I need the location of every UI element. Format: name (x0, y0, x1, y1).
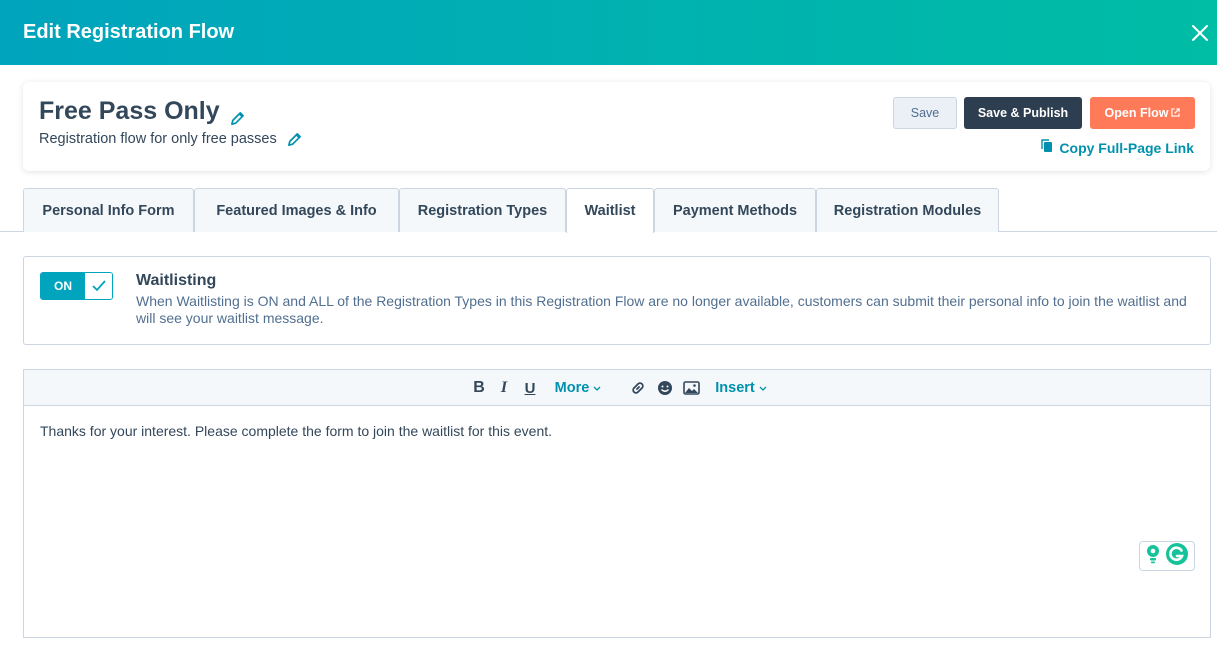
emoji-icon[interactable] (653, 370, 677, 406)
checkmark-icon (85, 273, 112, 299)
more-label: More (554, 380, 590, 396)
waitlisting-section: ON Waitlisting When Waitlisting is ON an… (23, 256, 1211, 345)
tab-payment-methods[interactable]: Payment Methods (654, 188, 816, 232)
tab-featured-images-info[interactable]: Featured Images & Info (194, 188, 399, 232)
waitlisting-title: Waitlisting (136, 272, 217, 289)
copy-link-label: Copy Full-Page Link (1059, 139, 1194, 156)
close-icon[interactable] (1187, 20, 1213, 46)
save-publish-button[interactable]: Save & Publish (964, 97, 1082, 129)
grammarly-widget[interactable] (1139, 541, 1195, 571)
bold-icon[interactable]: B (468, 370, 490, 406)
tab-registration-modules[interactable]: Registration Modules (816, 188, 999, 232)
external-link-icon (1171, 106, 1181, 120)
edit-name-pencil-icon[interactable] (230, 104, 245, 125)
insert-dropdown[interactable]: Insert (712, 370, 770, 406)
modal-header: Edit Registration Flow (0, 0, 1217, 65)
waitlisting-toggle[interactable]: ON (40, 272, 113, 300)
tab-bar: Personal Info Form Featured Images & Inf… (0, 188, 1217, 233)
link-icon[interactable] (626, 370, 650, 406)
flow-name: Free Pass Only (39, 97, 220, 125)
more-dropdown[interactable]: More (552, 370, 604, 406)
toggle-on-label: ON (41, 273, 85, 299)
image-icon[interactable] (679, 370, 703, 406)
flow-info-card: Free Pass Only Registration flow for onl… (23, 82, 1210, 171)
modal-title: Edit Registration Flow (23, 21, 235, 43)
chevron-down-icon (759, 380, 767, 396)
save-button[interactable]: Save (893, 97, 957, 129)
italic-icon[interactable]: I (494, 370, 514, 406)
grammarly-icon (1165, 542, 1189, 571)
open-flow-label: Open Flow (1104, 106, 1169, 120)
chevron-down-icon (593, 380, 601, 396)
open-flow-button[interactable]: Open Flow (1090, 97, 1195, 129)
flow-description: Registration flow for only free passes (39, 131, 277, 147)
tab-registration-types[interactable]: Registration Types (399, 188, 566, 232)
tab-personal-info-form[interactable]: Personal Info Form (23, 188, 194, 232)
copy-icon (1041, 139, 1053, 156)
waitlisting-description: When Waitlisting is ON and ALL of the Re… (136, 293, 1187, 326)
insert-label: Insert (715, 380, 755, 396)
underline-icon[interactable]: U (518, 370, 542, 406)
waitlist-message-editor: B I U More Insert Thanks for your intere… (23, 369, 1211, 638)
tab-waitlist[interactable]: Waitlist (566, 188, 654, 233)
editor-content[interactable]: Thanks for your interest. Please complet… (40, 423, 552, 439)
edit-description-pencil-icon[interactable] (287, 132, 302, 147)
copy-full-page-link[interactable]: Copy Full-Page Link (1041, 139, 1194, 156)
editor-toolbar: B I U More Insert (24, 370, 1210, 406)
lightbulb-icon (1145, 544, 1161, 569)
